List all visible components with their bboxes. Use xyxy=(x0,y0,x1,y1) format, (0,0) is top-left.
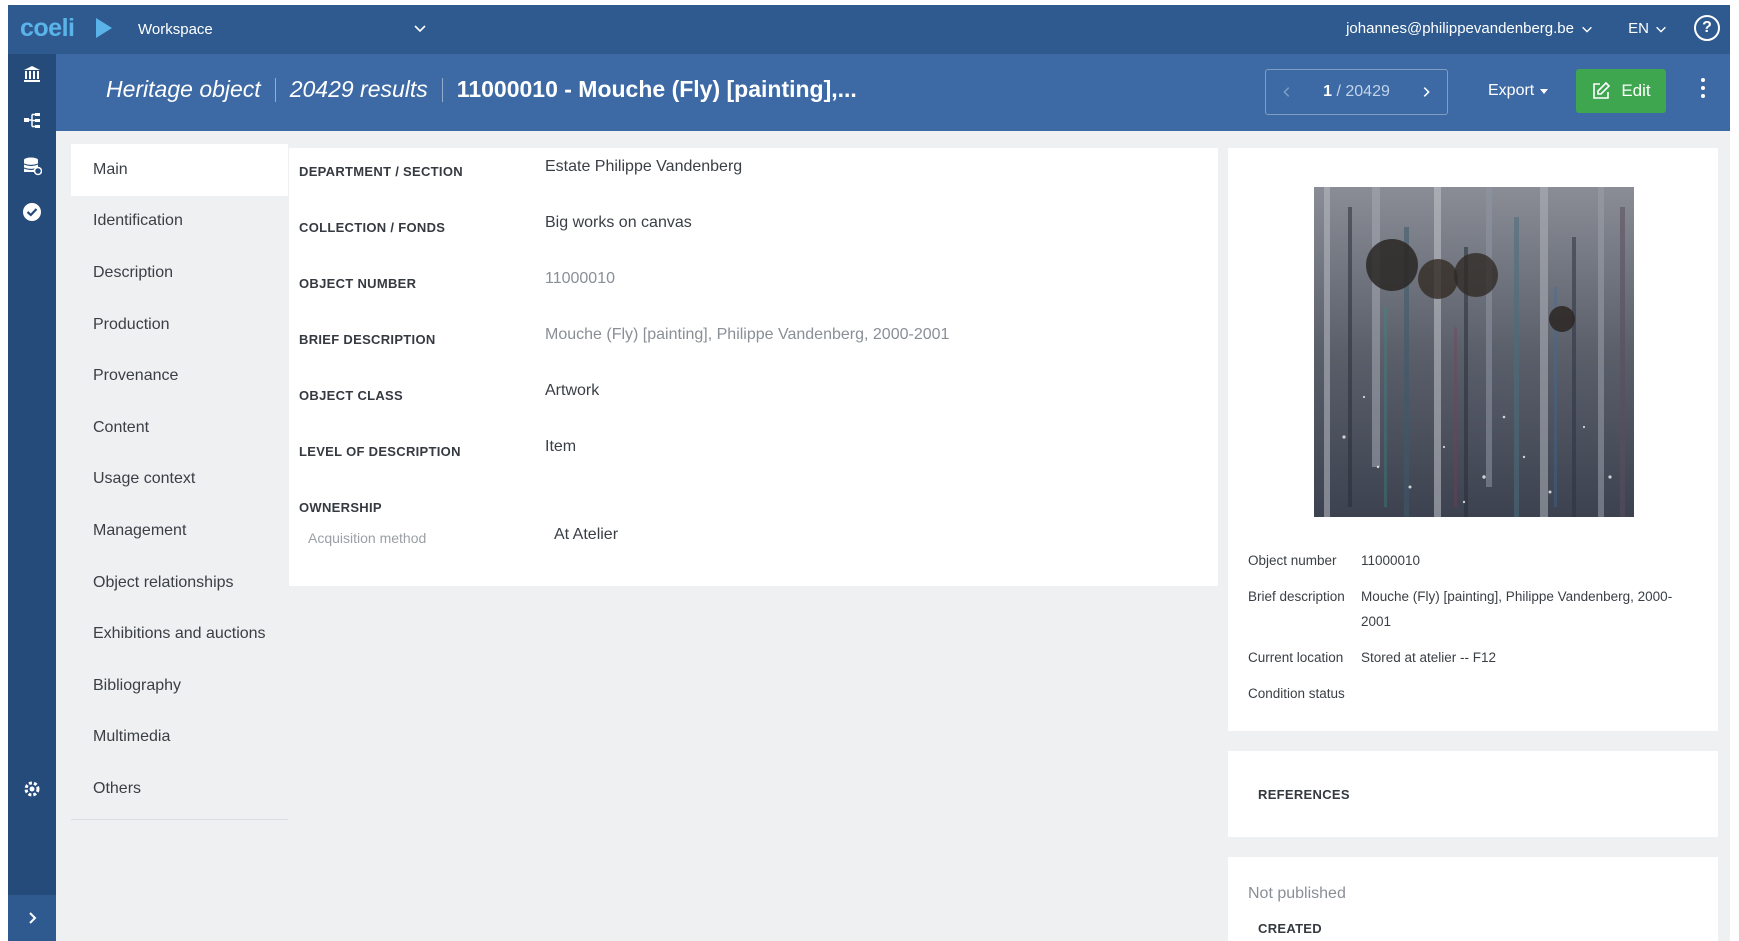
breadcrumb-separator xyxy=(441,77,443,102)
object-number-label: Object number xyxy=(1248,553,1337,568)
left-icon-rail xyxy=(8,54,56,941)
field-label: OBJECT NUMBER xyxy=(299,276,417,291)
chevron-down-icon xyxy=(414,25,426,33)
chevron-right-icon xyxy=(29,912,37,924)
language-selector[interactable]: EN xyxy=(1628,20,1668,37)
section-usage-context[interactable]: Usage context xyxy=(71,454,288,506)
pager-total: / 20429 xyxy=(1336,83,1390,100)
language-label: EN xyxy=(1628,20,1649,37)
pager-current: 1 xyxy=(1323,83,1333,100)
workspace-selector[interactable]: Workspace xyxy=(138,5,428,54)
field-label: COLLECTION / FONDS xyxy=(299,220,446,235)
more-options-icon[interactable] xyxy=(1700,78,1706,98)
field-label: BRIEF DESCRIPTION xyxy=(299,332,436,347)
previous-record-button[interactable] xyxy=(1280,85,1294,99)
main-fields-card: DEPARTMENT / SECTION Estate Philippe Van… xyxy=(289,148,1218,586)
caret-down-icon xyxy=(1540,89,1549,94)
summary-card: Object number 11000010 Brief description… xyxy=(1228,148,1718,731)
coeli-logo[interactable]: coeli xyxy=(20,14,75,43)
section-production[interactable]: Production xyxy=(71,299,288,351)
breadcrumb-separator xyxy=(274,77,276,102)
section-provenance[interactable]: Provenance xyxy=(71,350,288,402)
brief-description-value: Mouche (Fly) [painting], Philippe Vanden… xyxy=(1361,589,1673,629)
hierarchy-icon[interactable] xyxy=(20,108,44,132)
publication-status: Not published xyxy=(1248,885,1346,902)
field-label: OWNERSHIP xyxy=(299,500,382,515)
section-multimedia[interactable]: Multimedia xyxy=(71,712,288,764)
field-label: OBJECT CLASS xyxy=(299,388,404,403)
record-type-link[interactable]: Heritage object xyxy=(106,76,261,103)
field-value: Item xyxy=(545,438,577,455)
breadcrumb: Heritage object 20429 results 11000010 -… xyxy=(106,76,857,103)
expand-sidebar-button[interactable] xyxy=(8,895,56,941)
record-header: Heritage object 20429 results 11000010 -… xyxy=(56,54,1730,131)
field-value: Big works on canvas xyxy=(545,214,692,231)
created-label: CREATED xyxy=(1258,921,1322,936)
section-object-relationships[interactable]: Object relationships xyxy=(71,557,288,609)
references-card: REFERENCES xyxy=(1228,751,1718,837)
artwork-thumbnail[interactable] xyxy=(1314,187,1634,517)
field-label: DEPARTMENT / SECTION xyxy=(299,164,463,179)
user-email: johannes@philippevandenberg.be xyxy=(1346,20,1574,37)
next-record-button[interactable] xyxy=(1419,85,1433,99)
museum-icon[interactable] xyxy=(20,62,44,86)
user-menu[interactable]: johannes@philippevandenberg.be xyxy=(1346,20,1594,37)
section-content[interactable]: Content xyxy=(71,402,288,454)
field-value: 11000010 xyxy=(545,270,615,287)
brief-description-label: Brief description xyxy=(1248,589,1345,604)
section-identification[interactable]: Identification xyxy=(71,196,288,248)
condition-status-label: Condition status xyxy=(1248,686,1345,701)
divider xyxy=(71,818,288,820)
section-exhibitions-and-auctions[interactable]: Exhibitions and auctions xyxy=(71,608,288,660)
section-description[interactable]: Description xyxy=(71,247,288,299)
field-label: LEVEL OF DESCRIPTION xyxy=(299,444,461,459)
edit-label: Edit xyxy=(1621,81,1651,100)
database-icon[interactable] xyxy=(20,154,44,178)
results-link[interactable]: 20429 results xyxy=(290,76,428,103)
object-number-value: 11000010 xyxy=(1361,553,1421,568)
section-bibliography[interactable]: Bibliography xyxy=(71,660,288,712)
section-main[interactable]: Main xyxy=(71,144,288,196)
section-nav: Main Identification Description Producti… xyxy=(71,144,288,820)
export-button[interactable]: Export xyxy=(1488,82,1549,100)
export-label: Export xyxy=(1488,82,1535,99)
current-location-value: Stored at atelier -- F12 xyxy=(1361,650,1497,665)
workspace-label: Workspace xyxy=(138,21,213,38)
section-management[interactable]: Management xyxy=(71,505,288,557)
section-others[interactable]: Others xyxy=(71,763,288,815)
chevron-down-icon xyxy=(1582,26,1592,33)
check-circle-icon[interactable] xyxy=(20,200,44,224)
field-value: Mouche (Fly) [painting], Philippe Vanden… xyxy=(545,326,950,343)
help-icon[interactable]: ? xyxy=(1694,15,1720,41)
chevron-down-icon xyxy=(1656,26,1666,33)
top-bar: coeli Workspace johannes@philippevandenb… xyxy=(8,5,1730,54)
edit-button[interactable]: Edit xyxy=(1576,69,1666,113)
settings-icon[interactable] xyxy=(20,777,44,801)
logo-flag-icon xyxy=(96,18,112,38)
field-value: Estate Philippe Vandenberg xyxy=(545,158,743,175)
current-location-label: Current location xyxy=(1248,650,1344,665)
pager-position: 1 / 20429 xyxy=(1323,83,1390,101)
acquisition-method-value: At Atelier xyxy=(554,526,619,543)
field-value: Artwork xyxy=(545,382,600,399)
record-pager: 1 / 20429 xyxy=(1265,69,1448,115)
app-window: coeli Workspace johannes@philippevandenb… xyxy=(8,5,1730,941)
edit-icon xyxy=(1593,81,1611,99)
acquisition-method-label: Acquisition method xyxy=(308,530,427,546)
references-title: REFERENCES xyxy=(1258,787,1350,802)
publication-card: Not published CREATED xyxy=(1228,857,1718,941)
record-title: 11000010 - Mouche (Fly) [painting],... xyxy=(456,76,857,102)
